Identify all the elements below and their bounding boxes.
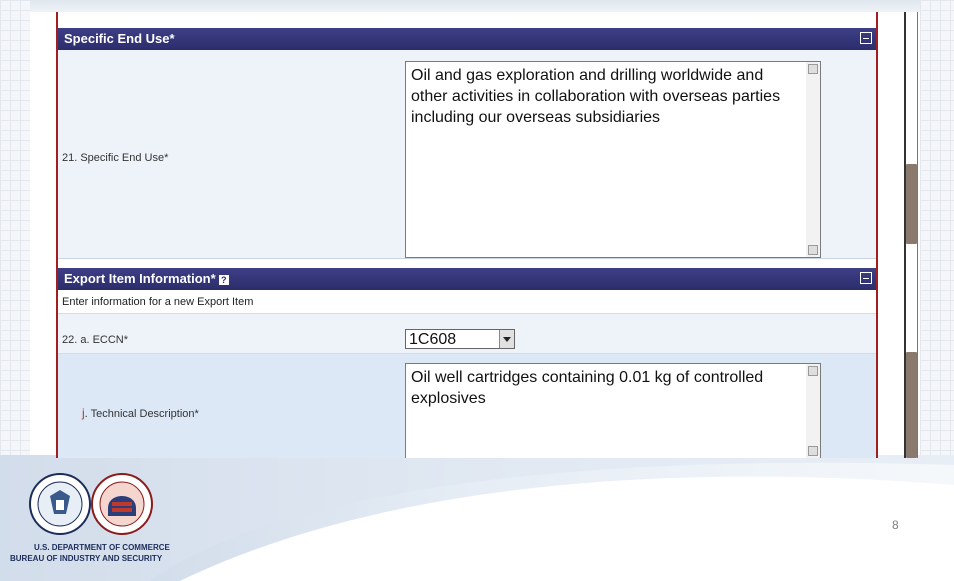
scroll-down-icon[interactable] [808, 446, 818, 456]
section-title-export-item: Export Item Information* [64, 271, 216, 286]
slide-left-grid [0, 0, 30, 458]
footer-logos [28, 472, 188, 544]
license-application-form: Specific End Use* 21. Specific End Use* … [56, 22, 878, 458]
scroll-up-icon[interactable] [808, 64, 818, 74]
eccn-value: 1C608 [409, 331, 457, 348]
slide-right-grid [920, 0, 954, 458]
technical-description-textarea[interactable]: Oil well cartridges containing 0.01 kg o… [405, 363, 821, 458]
scroll-up-icon[interactable] [808, 366, 818, 376]
section-title-end-use: Specific End Use* [64, 31, 175, 46]
commerce-seal-icon [29, 473, 91, 535]
agency-name: U.S. DEPARTMENT OF COMMERCE [34, 543, 170, 552]
collapse-icon[interactable] [860, 32, 872, 44]
section-header-export-item: Export Item Information*? [58, 268, 876, 290]
scroll-down-icon[interactable] [808, 245, 818, 255]
textarea-scrollbar[interactable] [806, 62, 820, 257]
end-use-textarea[interactable]: Oil and gas exploration and drilling wor… [405, 61, 821, 258]
textarea-scrollbar[interactable] [806, 364, 820, 458]
section-header-end-use: Specific End Use* [58, 28, 876, 50]
technical-description-text: Oil well cartridges containing 0.01 kg o… [411, 369, 764, 407]
bis-seal-icon [91, 473, 153, 535]
end-use-label: 21. Specific End Use* [62, 152, 169, 164]
form-top-edge [56, 12, 878, 22]
technical-description-row: j. Technical Description* Oil well cartr… [58, 354, 876, 458]
export-item-instruction: Enter information for a new Export Item [62, 296, 254, 308]
technical-description-label: j. Technical Description* [82, 406, 199, 420]
help-icon[interactable]: ? [218, 274, 229, 285]
chevron-down-icon[interactable] [499, 330, 514, 348]
page-scrollbar[interactable] [904, 12, 918, 458]
eccn-select[interactable]: 1C608 [405, 329, 515, 349]
end-use-row: 21. Specific End Use* Oil and gas explor… [58, 50, 876, 259]
slide-top-strip [0, 0, 954, 12]
page-scrollbar-thumb-lower[interactable] [906, 352, 917, 458]
export-item-instruction-row: Enter information for a new Export Item [58, 290, 876, 314]
eccn-row: 22. a. ECCN* 1C608 [58, 314, 876, 354]
page-number: 8 [892, 518, 899, 532]
end-use-text: Oil and gas exploration and drilling wor… [411, 67, 781, 126]
bureau-name: BUREAU OF INDUSTRY AND SECURITY [10, 554, 163, 563]
collapse-icon[interactable] [860, 272, 872, 284]
page-scrollbar-thumb[interactable] [906, 164, 917, 244]
technical-description-label-text: . Technical Description* [84, 408, 199, 420]
seals-graphic [29, 473, 153, 535]
eccn-label: 22. a. ECCN* [62, 334, 129, 346]
